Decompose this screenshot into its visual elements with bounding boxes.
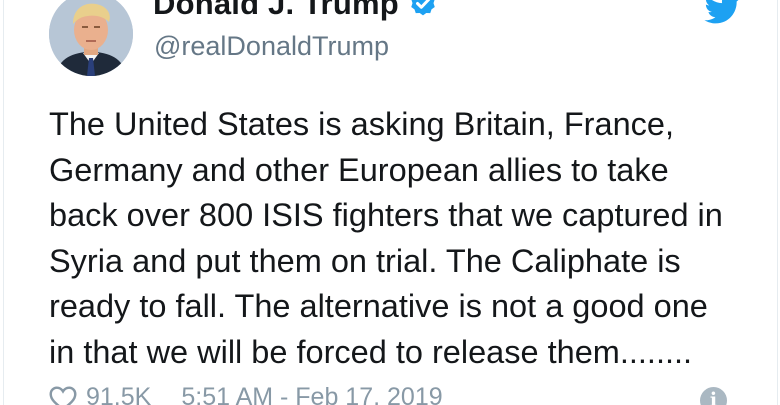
author-display-name-row[interactable]: Donald J. Trump (153, 0, 438, 22)
avatar[interactable] (49, 0, 133, 76)
tweet-text-line: back over 800 ISIS fighters that we capt… (49, 197, 723, 233)
tweet-text-line: The United States is asking Britain, Fra… (49, 106, 675, 142)
author-handle[interactable]: @realDonaldTrump (154, 31, 389, 62)
tweet-timestamp[interactable]: 5:51 AM - Feb 17, 2019 (181, 383, 442, 405)
tweet-text-line: ready to fall. The alternative is not a … (49, 288, 708, 324)
tweet-card: Donald J. Trump @realDonaldTrump The Uni… (0, 0, 780, 405)
verified-badge-icon (411, 0, 435, 16)
card-border-right (777, 0, 778, 405)
heart-icon[interactable] (48, 384, 78, 405)
card-border-left (3, 0, 4, 405)
twitter-bird-icon[interactable] (704, 0, 742, 24)
tweet-text-line: Syria and put them on trial. The Calipha… (49, 242, 681, 279)
tweet-footer: 91.5K 5:51 AM - Feb 17, 2019 (48, 383, 443, 405)
avatar-portrait-icon (49, 0, 133, 76)
tweet-text-line: in that we will be forced to release the… (49, 333, 693, 370)
tweet-text: The United States is asking Britain, Fra… (49, 102, 749, 375)
author-display-name[interactable]: Donald J. Trump (153, 0, 399, 22)
like-count[interactable]: 91.5K (86, 383, 151, 405)
info-icon[interactable]: i (700, 387, 727, 405)
tweet-text-line: Germany and other European allies to tak… (49, 151, 669, 188)
